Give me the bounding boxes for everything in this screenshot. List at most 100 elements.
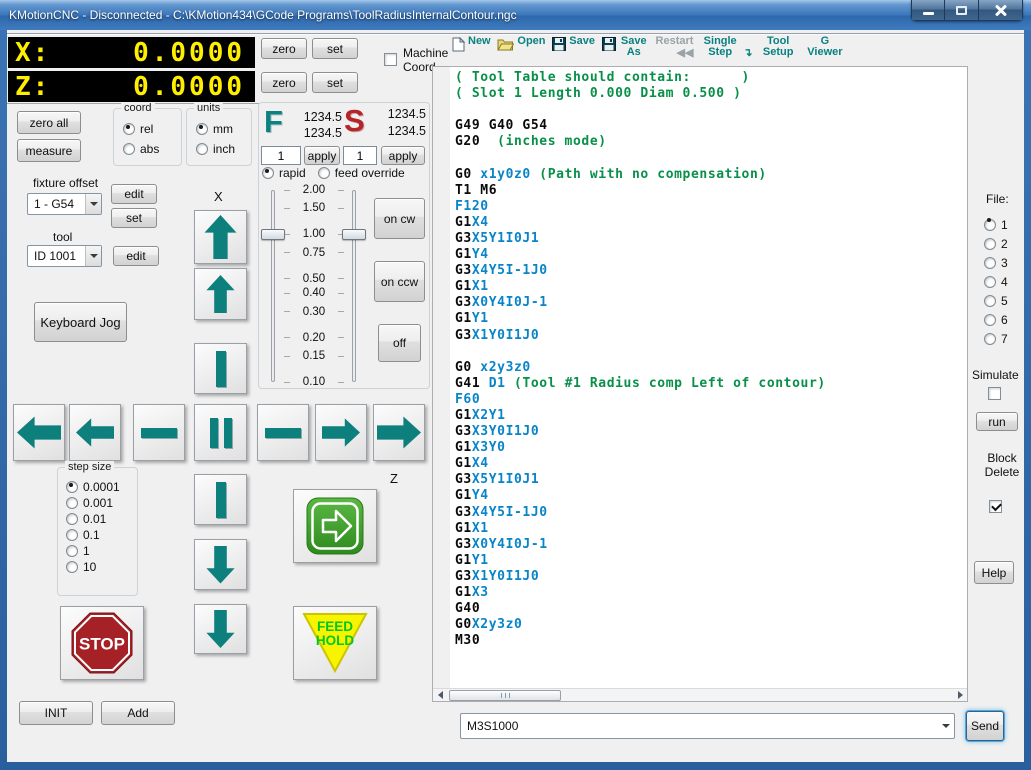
- step-size-option-0.1[interactable]: 0.1: [66, 528, 120, 542]
- step-size-radio[interactable]: [66, 561, 78, 573]
- spindle-input[interactable]: [343, 146, 377, 165]
- minimize-button[interactable]: [911, 0, 945, 21]
- jog-down-step-button[interactable]: [194, 474, 247, 525]
- file-radio[interactable]: [984, 333, 996, 345]
- scroll-right-icon[interactable]: [953, 689, 967, 701]
- file-option-6[interactable]: 6: [984, 310, 1008, 329]
- file-option-7[interactable]: 7: [984, 329, 1008, 348]
- fixture-edit-button[interactable]: edit: [111, 184, 157, 204]
- gcode-text[interactable]: ( Tool Table should contain: )( Slot 1 L…: [450, 67, 967, 688]
- add-button[interactable]: Add: [101, 701, 175, 725]
- feed-hold-button[interactable]: FEED HOLD: [293, 606, 377, 680]
- keyboard-jog-button[interactable]: Keyboard Jog: [34, 302, 127, 342]
- override-mode-option-rapid[interactable]: rapid: [262, 166, 306, 180]
- feed-override-slider-track[interactable]: [271, 190, 275, 382]
- x-zero-button[interactable]: zero: [261, 38, 307, 59]
- chevron-down-icon[interactable]: [85, 246, 101, 266]
- step-size-option-0.0001[interactable]: 0.0001: [66, 480, 120, 494]
- jog-up-fast-button[interactable]: [194, 210, 247, 264]
- jog-down-button[interactable]: [194, 539, 247, 590]
- step-size-radio[interactable]: [66, 545, 78, 557]
- jog-down-fast-button[interactable]: [194, 604, 247, 654]
- jog-right-fast-button[interactable]: [373, 404, 425, 461]
- z-zero-button[interactable]: zero: [261, 72, 307, 93]
- step-size-option-10[interactable]: 10: [66, 560, 120, 574]
- run-button[interactable]: run: [976, 412, 1018, 431]
- jog-pause-button[interactable]: [194, 404, 247, 461]
- file-option-2[interactable]: 2: [984, 234, 1008, 253]
- spindle-on-ccw-button[interactable]: on ccw: [374, 261, 425, 302]
- machine-coord-checkbox[interactable]: [384, 53, 397, 66]
- coord-option-abs[interactable]: abs: [123, 142, 159, 156]
- override-mode-option-feed-override[interactable]: feed override: [318, 166, 405, 180]
- spindle-on-cw-button[interactable]: on cw: [374, 198, 425, 239]
- units-option-inch[interactable]: inch: [196, 142, 235, 156]
- step-size-option-1[interactable]: 1: [66, 544, 120, 558]
- spindle-off-button[interactable]: off: [378, 324, 421, 362]
- send-button[interactable]: Send: [966, 711, 1004, 741]
- gcode-line: G1Y1: [455, 311, 967, 327]
- fixture-offset-dropdown[interactable]: 1 - G54: [27, 193, 102, 215]
- init-button[interactable]: INIT: [19, 701, 93, 725]
- cycle-start-button[interactable]: [293, 489, 377, 563]
- close-button[interactable]: [979, 0, 1023, 21]
- coord-radio[interactable]: [123, 143, 135, 155]
- step-size-radio[interactable]: [66, 529, 78, 541]
- file-radio[interactable]: [984, 276, 996, 288]
- file-option-4[interactable]: 4: [984, 272, 1008, 291]
- help-button[interactable]: Help: [974, 561, 1014, 584]
- jog-right-button[interactable]: [315, 404, 367, 461]
- step-size-option-0.01[interactable]: 0.01: [66, 512, 120, 526]
- feedrate-input[interactable]: [261, 146, 301, 165]
- toolbar-new-button[interactable]: New: [452, 36, 491, 52]
- spindle-override-slider-thumb[interactable]: [342, 229, 366, 240]
- jog-up-button[interactable]: [194, 268, 247, 320]
- tool-dropdown[interactable]: ID 1001: [27, 245, 102, 267]
- override-mode-options: rapid feed override: [262, 166, 405, 180]
- jog-left-fast-button[interactable]: [13, 404, 65, 461]
- scroll-left-icon[interactable]: [433, 689, 447, 701]
- simulate-checkbox[interactable]: [988, 387, 1001, 400]
- measure-button[interactable]: measure: [17, 139, 81, 162]
- block-delete-checkbox[interactable]: [989, 500, 1002, 513]
- jog-right-step-button[interactable]: [257, 404, 309, 461]
- units-option-mm[interactable]: mm: [196, 122, 235, 136]
- toolbar-open-button[interactable]: Open: [497, 36, 545, 51]
- step-size-option-0.001[interactable]: 0.001: [66, 496, 120, 510]
- toolbar-save-as-button[interactable]: Save As: [602, 36, 649, 58]
- jog-left-button[interactable]: [69, 404, 121, 461]
- units-radio[interactable]: [196, 143, 208, 155]
- toolbar-tool-setup-button[interactable]: Tool Setup: [759, 36, 797, 58]
- file-radio[interactable]: [984, 238, 996, 250]
- chevron-down-icon[interactable]: [85, 194, 101, 214]
- mdi-combobox[interactable]: M3S1000: [460, 713, 955, 739]
- file-radio[interactable]: [984, 257, 996, 269]
- x-set-button[interactable]: set: [312, 38, 358, 59]
- z-set-button[interactable]: set: [312, 72, 358, 93]
- fixture-set-button[interactable]: set: [111, 208, 157, 228]
- toolbar-restart-button[interactable]: Restart◀◀: [656, 36, 694, 58]
- hscrollbar-thumb[interactable]: [449, 690, 561, 701]
- jog-up-step-button[interactable]: [194, 343, 247, 394]
- toolbar-single-step-button[interactable]: Single Step↴: [700, 36, 752, 58]
- zero-all-button[interactable]: zero all: [17, 111, 81, 134]
- gcode-hscrollbar[interactable]: [433, 688, 967, 701]
- tool-edit-button[interactable]: edit: [113, 246, 159, 266]
- file-radio[interactable]: [984, 314, 996, 326]
- spindle-override-slider-track[interactable]: [352, 190, 356, 382]
- step-size-radio[interactable]: [66, 513, 78, 525]
- feedrate-apply-button[interactable]: apply: [304, 146, 340, 165]
- override-mode-radio[interactable]: [318, 167, 330, 179]
- jog-left-step-button[interactable]: [133, 404, 185, 461]
- maximize-button[interactable]: [945, 0, 979, 21]
- file-option-3[interactable]: 3: [984, 253, 1008, 272]
- toolbar-g-viewer-button[interactable]: G Viewer: [804, 36, 846, 58]
- chevron-down-icon[interactable]: [938, 714, 954, 738]
- toolbar-save-button[interactable]: Save: [552, 36, 595, 51]
- step-size-radio[interactable]: [66, 497, 78, 509]
- file-radio[interactable]: [984, 295, 996, 307]
- file-option-5[interactable]: 5: [984, 291, 1008, 310]
- spindle-apply-button[interactable]: apply: [381, 146, 425, 165]
- stop-button[interactable]: STOP: [60, 606, 144, 680]
- feed-override-slider-thumb[interactable]: [261, 229, 285, 240]
